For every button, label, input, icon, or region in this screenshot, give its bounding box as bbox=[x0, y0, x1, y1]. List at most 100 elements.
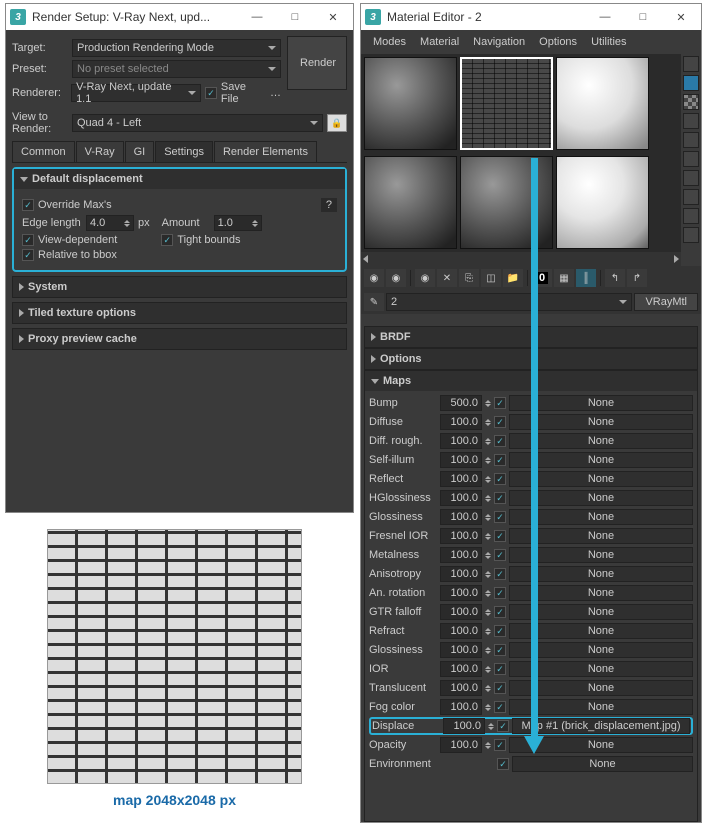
map-slot-button[interactable]: None bbox=[509, 661, 693, 677]
map-slot-button[interactable]: None bbox=[509, 490, 693, 506]
map-slot-button[interactable]: Map #1 (brick_displacement.jpg) bbox=[512, 718, 690, 734]
show-map-icon[interactable]: ▦ bbox=[554, 269, 574, 287]
put-to-scene-icon[interactable]: ◉ bbox=[386, 269, 406, 287]
edge-length-input[interactable]: 4.0 bbox=[86, 215, 134, 231]
options-icon[interactable] bbox=[683, 170, 699, 186]
tab-common[interactable]: Common bbox=[12, 141, 75, 162]
material-slot-1[interactable] bbox=[364, 57, 457, 150]
minimize-button[interactable]: — bbox=[241, 6, 273, 28]
render-button[interactable]: Render bbox=[287, 36, 347, 90]
map-enable-checkbox[interactable]: ✓ bbox=[494, 644, 506, 656]
assign-to-selection-icon[interactable]: ◉ bbox=[415, 269, 435, 287]
map-value-input[interactable]: 100.0 bbox=[440, 490, 482, 506]
map-enable-checkbox[interactable]: ✓ bbox=[494, 682, 506, 694]
map-value-input[interactable]: 100.0 bbox=[440, 509, 482, 525]
titlebar[interactable]: 3 Material Editor - 2 — □ ✕ bbox=[361, 4, 701, 30]
map-value-input[interactable]: 100.0 bbox=[443, 718, 485, 734]
map-slot-button[interactable]: None bbox=[509, 604, 693, 620]
map-slot-button[interactable]: None bbox=[509, 737, 693, 753]
tab-vray[interactable]: V-Ray bbox=[76, 141, 124, 162]
map-value-input[interactable]: 500.0 bbox=[440, 395, 482, 411]
map-value-input[interactable]: 100.0 bbox=[440, 604, 482, 620]
panel-header[interactable]: Default displacement bbox=[14, 169, 345, 189]
sample-type-icon[interactable] bbox=[683, 56, 699, 72]
proxy-preview-panel[interactable]: Proxy preview cache bbox=[12, 328, 347, 350]
override-checkbox[interactable]: ✓ bbox=[22, 199, 34, 211]
map-slot-button[interactable]: None bbox=[509, 547, 693, 563]
map-value-input[interactable]: 100.0 bbox=[440, 661, 482, 677]
tight-bounds-checkbox[interactable]: ✓ bbox=[161, 234, 173, 246]
put-to-library-icon[interactable]: 📁 bbox=[503, 269, 523, 287]
map-slot-button[interactable]: None bbox=[509, 642, 693, 658]
lock-button[interactable]: 🔒 bbox=[327, 114, 347, 132]
map-enable-checkbox[interactable]: ✓ bbox=[494, 625, 506, 637]
map-slot-button[interactable]: None bbox=[509, 566, 693, 582]
map-slot-button[interactable]: None bbox=[509, 452, 693, 468]
material-name-dropdown[interactable]: 2 bbox=[386, 293, 632, 311]
menu-navigation[interactable]: Navigation bbox=[467, 34, 531, 50]
map-slot-button[interactable]: None bbox=[509, 680, 693, 696]
map-slot-button[interactable]: None bbox=[509, 623, 693, 639]
reset-map-icon[interactable]: ✕ bbox=[437, 269, 457, 287]
map-enable-checkbox[interactable]: ✓ bbox=[497, 758, 509, 770]
material-slot-2[interactable] bbox=[460, 57, 553, 150]
map-value-input[interactable]: 100.0 bbox=[440, 585, 482, 601]
map-slot-button[interactable]: None bbox=[509, 585, 693, 601]
select-by-material-icon[interactable] bbox=[683, 189, 699, 205]
map-enable-checkbox[interactable]: ✓ bbox=[494, 568, 506, 580]
savefile-checkbox[interactable]: ✓ bbox=[205, 87, 217, 99]
map-enable-checkbox[interactable]: ✓ bbox=[494, 454, 506, 466]
map-value-input[interactable]: 100.0 bbox=[440, 471, 482, 487]
tab-render-elements[interactable]: Render Elements bbox=[214, 141, 317, 162]
map-value-input[interactable]: 100.0 bbox=[440, 642, 482, 658]
brdf-panel[interactable]: BRDF bbox=[364, 326, 698, 348]
map-enable-checkbox[interactable]: ✓ bbox=[494, 530, 506, 542]
slot-resize-icon[interactable] bbox=[683, 227, 699, 243]
tab-settings[interactable]: Settings bbox=[155, 141, 213, 162]
get-material-icon[interactable]: ◉ bbox=[364, 269, 384, 287]
menu-utilities[interactable]: Utilities bbox=[585, 34, 632, 50]
close-button[interactable]: ✕ bbox=[665, 6, 697, 28]
map-slot-button[interactable]: None bbox=[512, 756, 693, 772]
titlebar[interactable]: 3 Render Setup: V-Ray Next, upd... — □ ✕ bbox=[6, 4, 353, 30]
maximize-button[interactable]: □ bbox=[627, 6, 659, 28]
map-enable-checkbox[interactable]: ✓ bbox=[497, 720, 509, 732]
material-slot-5[interactable] bbox=[460, 156, 553, 249]
ellipsis-button[interactable]: … bbox=[270, 87, 281, 99]
map-value-input[interactable]: 100.0 bbox=[440, 452, 482, 468]
map-enable-checkbox[interactable]: ✓ bbox=[494, 606, 506, 618]
menu-modes[interactable]: Modes bbox=[367, 34, 412, 50]
go-forward-icon[interactable]: ↱ bbox=[627, 269, 647, 287]
map-value-input[interactable]: 100.0 bbox=[440, 623, 482, 639]
preset-dropdown[interactable]: No preset selected bbox=[72, 60, 281, 78]
tiled-texture-panel[interactable]: Tiled texture options bbox=[12, 302, 347, 324]
map-slot-button[interactable]: None bbox=[509, 414, 693, 430]
map-value-input[interactable]: 100.0 bbox=[440, 699, 482, 715]
map-value-input[interactable]: 100.0 bbox=[440, 680, 482, 696]
map-enable-checkbox[interactable]: ✓ bbox=[494, 416, 506, 428]
map-enable-checkbox[interactable]: ✓ bbox=[494, 587, 506, 599]
system-panel[interactable]: System bbox=[12, 276, 347, 298]
map-enable-checkbox[interactable]: ✓ bbox=[494, 492, 506, 504]
relative-checkbox[interactable]: ✓ bbox=[22, 249, 34, 261]
map-enable-checkbox[interactable]: ✓ bbox=[494, 435, 506, 447]
map-slot-button[interactable]: None bbox=[509, 699, 693, 715]
map-enable-checkbox[interactable]: ✓ bbox=[494, 473, 506, 485]
tab-gi[interactable]: GI bbox=[125, 141, 155, 162]
maximize-button[interactable]: □ bbox=[279, 6, 311, 28]
map-enable-checkbox[interactable]: ✓ bbox=[494, 739, 506, 751]
map-value-input[interactable]: 100.0 bbox=[440, 528, 482, 544]
view-dropdown[interactable]: Quad 4 - Left bbox=[72, 114, 323, 132]
make-unique-icon[interactable]: ◫ bbox=[481, 269, 501, 287]
material-slot-6[interactable] bbox=[556, 156, 649, 249]
material-slot-3[interactable] bbox=[556, 57, 649, 150]
help-button[interactable]: ? bbox=[321, 198, 337, 212]
map-value-input[interactable]: 100.0 bbox=[440, 414, 482, 430]
menu-options[interactable]: Options bbox=[533, 34, 583, 50]
map-slot-button[interactable]: None bbox=[509, 509, 693, 525]
backlight-icon[interactable] bbox=[683, 75, 699, 91]
background-icon[interactable] bbox=[683, 94, 699, 110]
sample-uv-icon[interactable] bbox=[683, 113, 699, 129]
view-dependent-checkbox[interactable]: ✓ bbox=[22, 234, 34, 246]
map-value-input[interactable]: 100.0 bbox=[440, 547, 482, 563]
